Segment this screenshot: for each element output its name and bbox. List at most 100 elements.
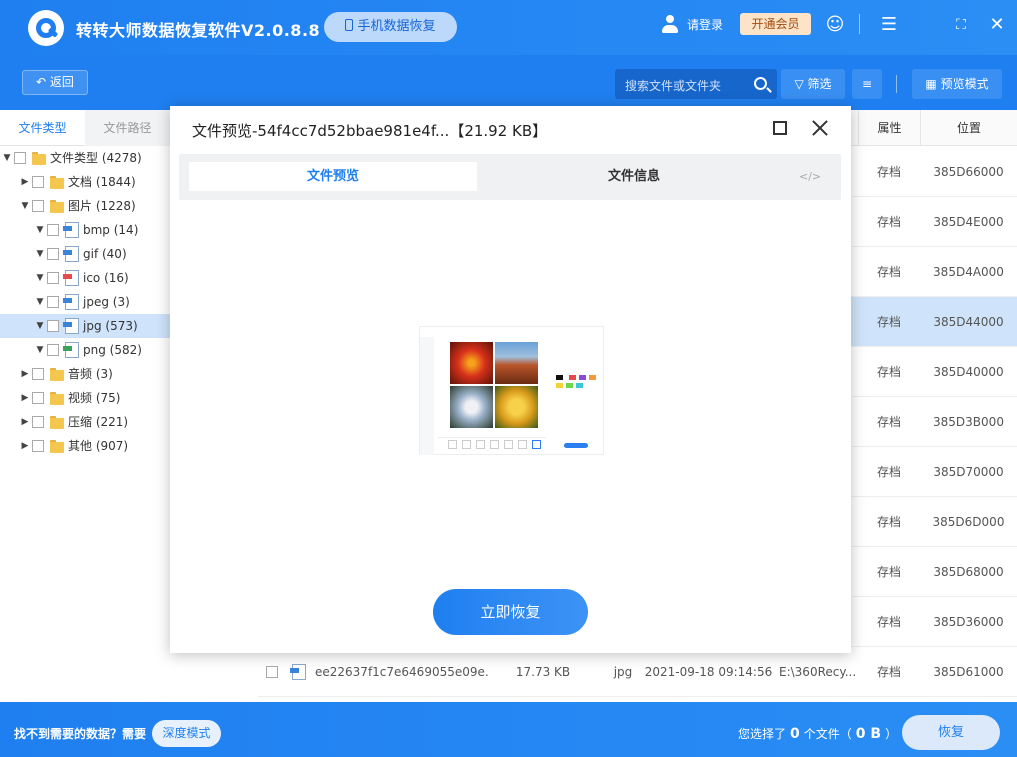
photo-red-flower bbox=[450, 342, 493, 384]
tab-file-type[interactable]: 文件类型 bbox=[0, 110, 85, 146]
app-logo bbox=[28, 10, 64, 46]
search-input[interactable]: 搜索文件或文件夹 bbox=[615, 69, 777, 99]
tree-node[interactable]: ▼ ico (16) bbox=[0, 266, 170, 290]
expand-arrow-icon[interactable]: ▼ bbox=[35, 266, 45, 290]
cell-attr: 存档 bbox=[876, 515, 901, 529]
collapse-arrow-icon[interactable]: ▶ bbox=[20, 386, 30, 410]
cell-location: 385D4A000 bbox=[933, 265, 1004, 279]
maximize-icon[interactable]: ⛶ bbox=[950, 14, 972, 36]
vip-button[interactable]: 开通会员 bbox=[740, 13, 811, 35]
close-dialog-icon[interactable] bbox=[811, 119, 829, 137]
preview-sidebar-thumb bbox=[420, 337, 434, 455]
tree-node[interactable]: ▶ 文档 (1844) bbox=[0, 170, 170, 194]
not-found-text: 找不到需要的数据？需要 bbox=[14, 727, 147, 741]
expand-arrow-icon[interactable]: ▼ bbox=[35, 314, 45, 338]
preview-inner-button bbox=[564, 443, 588, 448]
code-icon[interactable]: </> bbox=[799, 170, 821, 183]
tree-node[interactable]: ▼ jpeg (3) bbox=[0, 290, 170, 314]
search-icon[interactable] bbox=[754, 77, 767, 90]
cell-location: 385D36000 bbox=[933, 615, 1004, 629]
tree-checkbox[interactable] bbox=[14, 152, 26, 164]
close-window-icon[interactable]: ✕ bbox=[986, 14, 1008, 36]
cell-file-path: E:\360Recy... bbox=[779, 665, 857, 679]
column-attr[interactable]: 属性 bbox=[858, 110, 920, 146]
collapse-arrow-icon[interactable]: ▶ bbox=[20, 434, 30, 458]
tree-node[interactable]: ▶ 视频 (75) bbox=[0, 386, 170, 410]
tree-node[interactable]: ▼ 文件类型 (4278) bbox=[0, 146, 170, 170]
collapse-arrow-icon[interactable]: ▶ bbox=[20, 362, 30, 386]
tree-node-label: png (582) bbox=[83, 343, 142, 357]
tree-checkbox[interactable] bbox=[32, 440, 44, 452]
cell-attr: 存档 bbox=[876, 165, 901, 179]
row-checkbox[interactable] bbox=[266, 666, 278, 678]
cell-location: 385D61000 bbox=[933, 665, 1004, 679]
collapse-arrow-icon[interactable]: ▶ bbox=[20, 410, 30, 434]
filter-icon: ▽ bbox=[794, 77, 808, 91]
user-icon[interactable] bbox=[660, 14, 680, 34]
cell-attr: 存档 bbox=[876, 565, 901, 579]
thumb-2 bbox=[462, 440, 471, 449]
cell-attr: 存档 bbox=[876, 365, 901, 379]
tree-checkbox[interactable] bbox=[32, 176, 44, 188]
tree-checkbox[interactable] bbox=[47, 344, 59, 356]
tab-file-path[interactable]: 文件路径 bbox=[85, 110, 170, 146]
tree-node[interactable]: ▶ 音频 (3) bbox=[0, 362, 170, 386]
thumb-5 bbox=[504, 440, 513, 449]
tree-checkbox[interactable] bbox=[32, 392, 44, 404]
selection-mid: 个文件（ bbox=[803, 727, 852, 741]
tree-node[interactable]: ▼ gif (40) bbox=[0, 242, 170, 266]
login-link[interactable]: 请登录 bbox=[687, 16, 723, 33]
recover-button[interactable]: 恢复 bbox=[902, 715, 1000, 750]
expand-arrow-icon[interactable]: ▼ bbox=[35, 338, 45, 362]
preview-mode-button[interactable]: ▦ 预览模式 bbox=[912, 69, 1002, 99]
preview-settings-panel bbox=[546, 331, 603, 451]
swatch-yellow bbox=[556, 383, 563, 388]
restore-now-button[interactable]: 立即恢复 bbox=[433, 589, 588, 635]
tree-node[interactable]: ▼ 图片 (1228) bbox=[0, 194, 170, 218]
toolbar: ↶ 返回 搜索文件或文件夹 ▽ 筛选 ≡ ▦ 预览模式 bbox=[0, 55, 1017, 110]
table-row[interactable]: ee22637f1c7e6469055e09e... 17.73 KB jpg 202… bbox=[258, 647, 1017, 697]
tree-checkbox[interactable] bbox=[47, 296, 59, 308]
filter-label: 筛选 bbox=[807, 77, 832, 91]
filter-button[interactable]: ▽ 筛选 bbox=[781, 69, 845, 99]
photo-white-flower bbox=[450, 386, 493, 428]
column-location[interactable]: 位置 bbox=[920, 110, 1017, 146]
cell-attr: 存档 bbox=[876, 665, 901, 679]
deep-mode-button[interactable]: 深度模式 bbox=[152, 720, 221, 747]
thumb-3 bbox=[476, 440, 485, 449]
tree-checkbox[interactable] bbox=[32, 200, 44, 212]
maximize-dialog-icon[interactable] bbox=[773, 121, 787, 135]
tree-node[interactable]: ▶ 其他 (907) bbox=[0, 434, 170, 458]
tree-node[interactable]: ▼ bmp (14) bbox=[0, 218, 170, 242]
tree-node[interactable]: ▶ 压缩 (221) bbox=[0, 410, 170, 434]
back-button[interactable]: ↶ 返回 bbox=[22, 70, 88, 95]
image-file-icon bbox=[63, 294, 79, 310]
expand-arrow-icon[interactable]: ▼ bbox=[35, 218, 45, 242]
expand-arrow-icon[interactable]: ▼ bbox=[35, 242, 45, 266]
mobile-recovery-button[interactable]: 手机数据恢复 bbox=[324, 12, 457, 42]
tree-checkbox[interactable] bbox=[47, 248, 59, 260]
tree-node[interactable]: ▼ jpg (573) bbox=[0, 314, 170, 338]
tree-checkbox[interactable] bbox=[47, 224, 59, 236]
collapse-arrow-icon[interactable]: ▶ bbox=[20, 170, 30, 194]
tree-node[interactable]: ▼ png (582) bbox=[0, 338, 170, 362]
image-file-icon bbox=[63, 342, 79, 358]
image-file-icon bbox=[290, 664, 306, 680]
tree-checkbox[interactable] bbox=[47, 272, 59, 284]
back-label: 返回 bbox=[49, 75, 74, 89]
expand-arrow-icon[interactable]: ▼ bbox=[20, 194, 30, 218]
support-icon[interactable]: ☺ bbox=[824, 14, 846, 36]
menu-icon[interactable]: ☰ bbox=[878, 14, 900, 36]
tab-file-info[interactable]: 文件信息 bbox=[489, 162, 779, 191]
tree-checkbox[interactable] bbox=[32, 416, 44, 428]
swatch-orange bbox=[589, 375, 596, 380]
cell-location: 385D68000 bbox=[933, 565, 1004, 579]
tree-checkbox[interactable] bbox=[32, 368, 44, 380]
search-list-button[interactable]: ≡ bbox=[852, 69, 882, 99]
tree-checkbox[interactable] bbox=[47, 320, 59, 332]
expand-arrow-icon[interactable]: ▼ bbox=[35, 290, 45, 314]
tree-node-label: bmp (14) bbox=[83, 223, 139, 237]
tree-node-label: 视频 (75) bbox=[68, 391, 121, 405]
expand-arrow-icon[interactable]: ▼ bbox=[2, 146, 12, 170]
tab-file-preview[interactable]: 文件预览 bbox=[189, 162, 477, 191]
